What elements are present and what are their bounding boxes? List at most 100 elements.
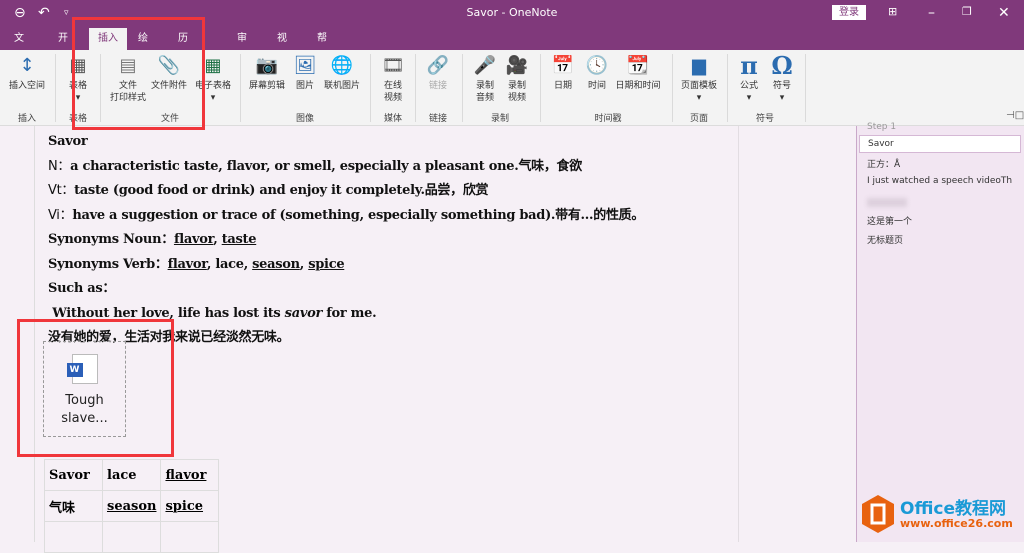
table-cell[interactable]: season [101,490,162,522]
label: 公式 [739,81,758,91]
watermark-url: www.office26.com [900,517,1013,530]
online-video-button[interactable]: 🎞 在线 视频 [381,54,405,104]
label: 音频 [475,93,494,103]
title-bar: ⊖ ↶ ▿ Savor - OneNote 登录 ⊞ – ❐ ✕ 文件 开始 插… [0,0,1024,110]
label: 录制 [475,81,494,91]
group-label: 时间戳 [594,114,622,124]
tab-draw[interactable]: 绘图 [132,28,154,66]
divider [672,54,673,122]
page-template-button[interactable]: ▆ 页面模板 ▾ [681,54,717,104]
table-cell[interactable] [160,521,220,553]
table-cell[interactable] [44,521,103,553]
definition-vi: Vi：have a suggestion or trace of (someth… [48,204,644,229]
table-cell[interactable]: 气味 [44,490,103,522]
page-item[interactable]: 正方：Å [867,157,900,170]
label: 日期和时间 [615,81,661,91]
picture-button[interactable]: 🖼 图片 [293,54,317,92]
calendar-icon: 📅 [551,55,575,76]
label: 在线 [383,81,402,91]
tab-history[interactable]: 历史记录 [172,28,194,110]
label: 视频 [383,93,402,103]
close-icon[interactable]: ✕ [998,5,1010,21]
symbol-button[interactable]: Ω 符号 ▾ [770,54,794,104]
record-video-button[interactable]: 🎥 录制 视频 [505,54,529,104]
screen-clip-button[interactable]: 📷 屏幕剪辑 [249,54,285,92]
attachment-name: slave... [61,411,108,426]
tab-view[interactable]: 视图 [271,28,293,66]
table-cell[interactable] [101,521,162,553]
insert-space-button[interactable]: ↕ 插入空间 [9,54,45,92]
omega-icon: Ω [771,51,793,80]
tab-file[interactable]: 文件 [8,28,30,66]
restore-icon[interactable]: ❐ [962,5,972,18]
tab-insert[interactable]: 插入 [89,28,127,50]
ribbon: ↕ 插入空间 ▦ 表格 ▾ ▤ 文件 打印样式 📎 文件附件 ▦ 电子表格 ▾ 📷 屏幕剪辑 🖼 图… [0,50,1024,126]
note-table[interactable]: Savor lace flavor 气味 season spice [44,459,220,553]
table-cell[interactable]: Savor [44,459,103,491]
group-label: 页面 [689,114,709,124]
page-item-blurred[interactable] [867,198,907,207]
file-attachment[interactable]: W Tough slave... [43,341,126,437]
table-cell[interactable]: lace [101,459,162,491]
page-item[interactable]: 无标题页 [867,233,903,246]
watermark-logo: Office教程网 www.office26.com [860,492,1024,538]
note-canvas[interactable]: Savor N：a characteristic taste, flavor, … [0,126,856,553]
date-button[interactable]: 📅 日期 [551,54,575,92]
ribbon-display-icon[interactable]: ⊞ [888,5,897,18]
label: 屏幕剪辑 [248,81,286,91]
table-cell[interactable]: spice [160,490,220,522]
link[interactable]: flavor [174,232,214,247]
online-picture-button[interactable]: 🌐 联机图片 [324,54,360,92]
group-label: 媒体 [383,114,403,124]
time-button[interactable]: 🕓 时间 [585,54,609,92]
file-attachment-button[interactable]: 📎 文件附件 [151,54,187,92]
text: for me. [322,305,377,321]
divider [370,54,371,122]
camera-icon: 📷 [255,55,279,76]
file-printout-button[interactable]: ▤ 文件 打印样式 [110,54,146,104]
page-list-pane: Step 1 Savor 正方：Å I just watched a speec… [856,122,1024,542]
window-title: Savor - OneNote [466,6,558,19]
page-item[interactable]: I just watched a speech videoTh [867,176,1012,186]
table-cell[interactable]: flavor [160,459,220,491]
tab-home[interactable]: 开始 [52,28,74,66]
login-button[interactable]: 登录 [832,5,866,20]
tab-review[interactable]: 审阅 [231,28,253,66]
date-time-button[interactable]: 📆 日期和时间 [615,54,660,92]
note-title: Savor [48,134,88,149]
equation-button[interactable]: π 公式 ▾ [737,54,761,104]
document-icon: ▤ [119,55,137,76]
table-button[interactable]: ▦ 表格 ▾ [66,54,90,104]
group-label: 符号 [755,114,775,124]
table-icon: ▦ [69,55,87,76]
label: 视频 [507,93,526,103]
divider [415,54,416,122]
link[interactable]: flavor [168,257,208,272]
spreadsheet-button[interactable]: ▦ 电子表格 ▾ [195,54,231,104]
page-item[interactable]: Step 1 [867,122,896,132]
online-picture-icon: 🌐 [330,55,354,76]
minimize-icon[interactable]: – [928,5,935,21]
page-item[interactable]: 这是第一个 [867,214,912,227]
group-label: 图像 [295,114,315,124]
link[interactable]: spice [308,257,344,272]
calendar-clock-icon: 📆 [626,55,650,76]
link-button[interactable]: 🔗 链接 [426,54,450,92]
note-body[interactable]: Savor N：a characteristic taste, flavor, … [48,130,644,351]
label: Vt： [48,183,75,198]
label: 页面模板 [680,81,718,91]
clock-icon: 🕓 [585,55,609,76]
record-audio-button[interactable]: 🎤 录制 音频 [473,54,497,104]
label: 符号 [772,81,791,91]
group-label: 文件 [160,114,180,124]
link[interactable]: season [252,257,300,272]
synonyms-verb: Synonyms Verb：flavor, lace, season, spic… [48,256,345,272]
tab-help[interactable]: 帮助 [311,28,333,66]
pin-icon[interactable]: ⊣□ [1006,110,1024,121]
link-icon: 🔗 [426,55,450,76]
insert-space-icon: ↕ [19,55,35,76]
link[interactable]: taste [222,232,257,247]
such-as: Such as： [48,281,116,296]
divider [100,54,101,122]
page-item-selected[interactable]: Savor [859,135,1021,153]
